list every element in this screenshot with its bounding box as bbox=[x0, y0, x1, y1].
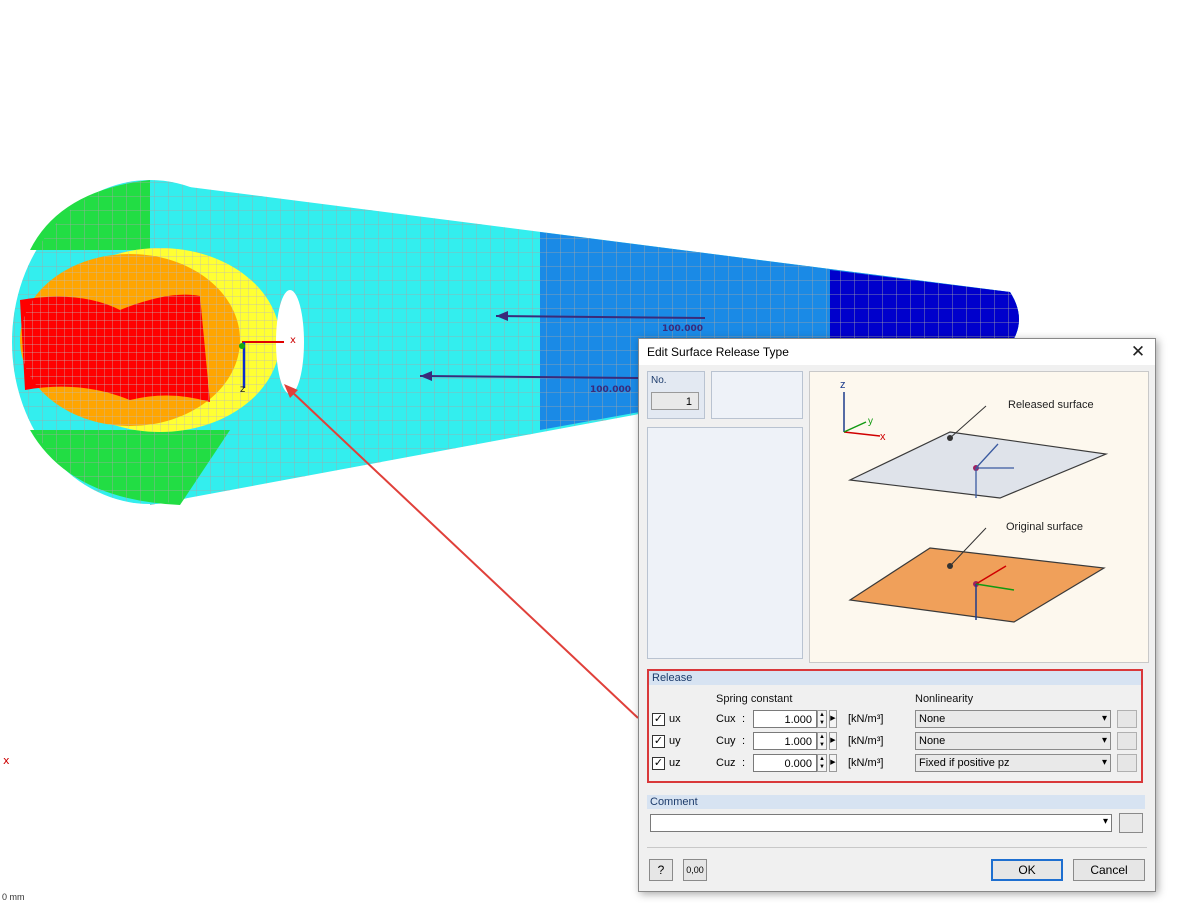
cux-spinner[interactable]: ▲ ▼ bbox=[817, 710, 827, 728]
release-illustration: z y x Released surface Original surface bbox=[809, 371, 1149, 663]
cux-arrow[interactable]: ▶ bbox=[829, 710, 837, 728]
ux-nonlinearity-value: None bbox=[919, 713, 946, 725]
cux-input[interactable]: 1.000 bbox=[753, 710, 817, 728]
uz-nonlinearity-select[interactable]: Fixed if positive pz ▾ bbox=[915, 754, 1111, 772]
units-icon[interactable]: 0,00 bbox=[683, 859, 707, 881]
chevron-down-icon: ▾ bbox=[1101, 757, 1107, 768]
number-label: No. bbox=[651, 375, 667, 386]
uz-nonlinearity-value: Fixed if positive pz bbox=[919, 757, 1010, 769]
cuz-spinner[interactable]: ▲ ▼ bbox=[817, 754, 827, 772]
illus-axis-y: y bbox=[868, 416, 873, 427]
help-icon[interactable]: ? bbox=[649, 859, 673, 881]
uz-edit-nonlinearity-button[interactable] bbox=[1117, 754, 1137, 772]
dialog-titlebar[interactable]: Edit Surface Release Type ✕ bbox=[639, 339, 1155, 365]
uy-edit-nonlinearity-button[interactable] bbox=[1117, 732, 1137, 750]
nonlinearity-header: Nonlinearity bbox=[915, 693, 974, 705]
cuy-spinner[interactable]: ▲ ▼ bbox=[817, 732, 827, 750]
chevron-down-icon: ▾ bbox=[1101, 735, 1107, 746]
global-x-axis-label: x bbox=[3, 754, 10, 767]
uy-checkbox[interactable]: ✓ bbox=[652, 735, 665, 748]
number-tab[interactable]: No. 1 bbox=[647, 371, 705, 419]
uy-nonlinearity-value: None bbox=[919, 735, 946, 747]
cuz-unit: [kN/m³] bbox=[848, 757, 884, 769]
ux-edit-nonlinearity-button[interactable] bbox=[1117, 710, 1137, 728]
uz-checkbox[interactable]: ✓ bbox=[652, 757, 665, 770]
cuy-arrow[interactable]: ▶ bbox=[829, 732, 837, 750]
local-x-axis-label: x bbox=[290, 335, 296, 346]
name-panel bbox=[711, 371, 803, 419]
cuz-label: Cuz bbox=[716, 757, 736, 769]
released-surface-label: Released surface bbox=[1008, 399, 1094, 411]
release-section: Release Spring constant Nonlinearity ✓ u… bbox=[647, 669, 1143, 783]
close-icon[interactable]: ✕ bbox=[1127, 341, 1149, 363]
comment-section: Comment ▾ bbox=[647, 795, 1145, 839]
chevron-down-icon: ▾ bbox=[1101, 713, 1107, 724]
ux-checkbox[interactable]: ✓ bbox=[652, 713, 665, 726]
load-value-label: 100.000 bbox=[590, 385, 631, 395]
cuz-input[interactable]: 0.000 bbox=[753, 754, 817, 772]
comment-heading: Comment bbox=[647, 795, 1145, 809]
number-field: 1 bbox=[651, 392, 699, 410]
release-heading: Release bbox=[649, 671, 1141, 685]
comment-library-button[interactable] bbox=[1119, 813, 1143, 833]
chevron-down-icon: ▾ bbox=[1102, 816, 1108, 827]
list-panel bbox=[647, 427, 803, 659]
load-value-label: 100.000 bbox=[662, 324, 703, 334]
scale-text: 0 mm bbox=[2, 892, 25, 902]
dialog-title: Edit Surface Release Type bbox=[647, 345, 789, 359]
ux-label: ux bbox=[669, 713, 681, 725]
original-surface-label: Original surface bbox=[1006, 521, 1083, 533]
cuz-arrow[interactable]: ▶ bbox=[829, 754, 837, 772]
local-z-axis-label: z bbox=[240, 384, 246, 395]
ok-button[interactable]: OK bbox=[991, 859, 1063, 881]
illus-axis-z: z bbox=[840, 379, 846, 391]
uy-nonlinearity-select[interactable]: None ▾ bbox=[915, 732, 1111, 750]
cuy-colon: : bbox=[742, 735, 746, 747]
cuz-colon: : bbox=[742, 757, 746, 769]
spring-constant-header: Spring constant bbox=[716, 693, 793, 705]
comment-input[interactable]: ▾ bbox=[650, 814, 1112, 832]
cancel-button[interactable]: Cancel bbox=[1073, 859, 1145, 881]
cux-label: Cux bbox=[716, 713, 736, 725]
edit-surface-release-type-dialog[interactable]: Edit Surface Release Type ✕ No. 1 z y x … bbox=[638, 338, 1156, 892]
illus-axis-x: x bbox=[880, 431, 886, 443]
cux-colon: : bbox=[742, 713, 746, 725]
uz-label: uz bbox=[669, 757, 681, 769]
cux-unit: [kN/m³] bbox=[848, 713, 884, 725]
cuy-label: Cuy bbox=[716, 735, 736, 747]
footer-separator bbox=[647, 847, 1147, 848]
ux-nonlinearity-select[interactable]: None ▾ bbox=[915, 710, 1111, 728]
release-diagram: z y x Released surface Original surface bbox=[840, 379, 1109, 623]
cuy-input[interactable]: 1.000 bbox=[753, 732, 817, 750]
cuy-unit: [kN/m³] bbox=[848, 735, 884, 747]
uy-label: uy bbox=[669, 735, 681, 747]
